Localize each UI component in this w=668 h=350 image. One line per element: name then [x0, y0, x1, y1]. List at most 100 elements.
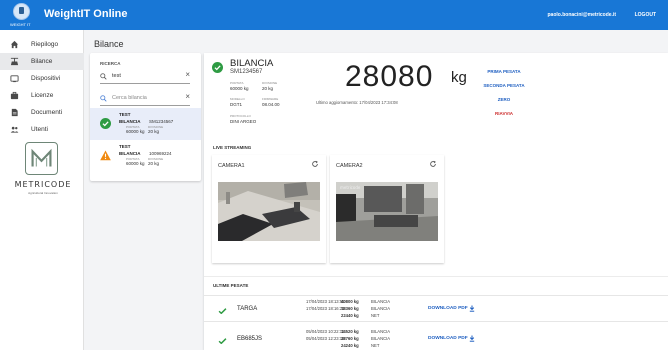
- weighing-date-first: 17/04/2023 18:13:55: [306, 299, 345, 304]
- weight-source-second: BILANCIA: [371, 306, 391, 311]
- live-streaming-title: LIVE STREAMING: [213, 145, 252, 150]
- download-pdf-button[interactable]: DOWNLOAD PDF: [428, 306, 468, 311]
- license-icon: [10, 91, 19, 100]
- portata-value: 60000 kg: [230, 86, 249, 91]
- weight-source-first: BILANCIA: [371, 329, 391, 334]
- scale-serial: 100969224: [149, 151, 172, 156]
- portata-value: 60000 kg: [126, 161, 145, 166]
- camera-overlay-text: metricode: [340, 185, 361, 190]
- sidebar-item-dispositivi[interactable]: Dispositivi: [0, 70, 84, 87]
- download-pdf-button[interactable]: DOWNLOAD PDF: [428, 336, 468, 341]
- zero-button[interactable]: ZERO: [476, 94, 532, 106]
- brand-logo: METRICODE Agricultural Innovation: [9, 142, 77, 212]
- protocollo-value: DINI ARGEO: [230, 119, 257, 124]
- user-email: paolo.bonacini@metricode.it: [547, 12, 617, 18]
- weight-source-net: NET: [371, 313, 380, 318]
- app-logo[interactable]: WEIGHT IT: [10, 2, 34, 28]
- sidebar-item-documenti[interactable]: Documenti: [0, 104, 84, 121]
- warning-icon: [100, 150, 111, 161]
- sidebar-item-label: Utenti: [31, 126, 48, 133]
- scale-detail-name: BILANCIA: [230, 58, 274, 69]
- brand-tagline: Agricultural Innovation: [28, 191, 58, 195]
- refresh-icon[interactable]: [429, 160, 437, 168]
- riavvia-button[interactable]: RIAVVIA: [476, 108, 532, 120]
- search-input[interactable]: test ×: [100, 70, 190, 84]
- search-icon: [100, 95, 107, 102]
- brand-mark: [25, 142, 58, 175]
- camera-card: CAMERA1: [212, 155, 326, 263]
- modello-value: DGT1: [230, 102, 243, 107]
- brand-m-icon: [31, 148, 52, 167]
- device-icon: [10, 75, 19, 83]
- camera-feed[interactable]: metricode: [336, 182, 438, 241]
- modello-label: MODELLO: [230, 97, 245, 101]
- weight-second: 18360 kg: [341, 306, 359, 311]
- scale-serial: SM1234567: [149, 119, 174, 124]
- search-section-label: RICERCA: [100, 61, 121, 66]
- filter-input-placeholder: Cerca bilancia: [112, 95, 147, 101]
- camera-name: CAMERA2: [336, 163, 363, 169]
- scale-detail-serial: SM1234567: [230, 69, 263, 75]
- search-icon: [100, 73, 107, 80]
- sidebar-item-label: Riepilogo: [31, 41, 59, 48]
- clear-filter-button[interactable]: ×: [185, 93, 190, 101]
- seconda-pesata-button[interactable]: SECONDA PESATA: [476, 80, 532, 92]
- protocollo-label: PROTOCOLLO: [230, 114, 251, 118]
- scale-list-item[interactable]: TEST BILANCIA SM1234567 PORTATA DIVISION…: [90, 108, 201, 140]
- weighing-date-first: 05/04/2023 10:22:13: [306, 329, 345, 334]
- check-circle-icon: [212, 62, 223, 73]
- scale-type: BILANCIA: [119, 151, 141, 156]
- weight-second: 38760 kg: [341, 336, 359, 341]
- sidebar-item-utenti[interactable]: Utenti: [0, 121, 84, 138]
- app-title: WeightIT Online: [44, 8, 128, 20]
- weight-first: 14520 kg: [341, 329, 359, 334]
- scale-name: TEST: [119, 112, 131, 117]
- scale-type: BILANCIA: [119, 119, 141, 124]
- logout-button[interactable]: LOGOUT: [635, 12, 656, 18]
- history-title: ULTIME PESATE: [213, 283, 249, 288]
- camera-name: CAMERA1: [218, 163, 245, 169]
- scale-name: TEST: [119, 144, 131, 149]
- row-separator: [204, 321, 668, 322]
- scale-list-item[interactable]: TEST BILANCIA 100969224 PORTATA DIVISION…: [90, 140, 201, 172]
- home-icon: [10, 40, 19, 49]
- filter-input[interactable]: Cerca bilancia ×: [100, 92, 190, 106]
- weight-first: 40800 kg: [341, 299, 359, 304]
- sidebar-item-bilance[interactable]: Bilance: [0, 53, 84, 70]
- camera-feed[interactable]: [218, 182, 320, 241]
- weighing-date-second: 17/04/2023 18:16:21: [306, 306, 345, 311]
- weight-net: 22440 kg: [341, 313, 359, 318]
- weight-reading: 28080: [345, 60, 434, 93]
- search-input-value: test: [112, 73, 121, 79]
- sidebar-item-label: Bilance: [31, 58, 53, 65]
- page-title: Bilance: [94, 39, 124, 49]
- firmware-value: 08.04.00: [262, 102, 280, 107]
- last-update-text: Ultimo aggiornamento: 17/04/2023 17:34:0…: [316, 100, 398, 105]
- prima-pesata-button[interactable]: PRIMA PESATA: [476, 66, 532, 78]
- plate-number: TARGA: [237, 306, 258, 312]
- weight-source-first: BILANCIA: [371, 299, 391, 304]
- check-icon: [218, 338, 227, 344]
- weight-source-second: BILANCIA: [371, 336, 391, 341]
- weight-net: 24240 kg: [341, 343, 359, 348]
- document-icon: [11, 108, 18, 117]
- weight-unit: kg: [451, 69, 467, 86]
- divisione-label: DIVISIONE: [262, 81, 278, 85]
- clear-search-button[interactable]: ×: [185, 71, 190, 79]
- portata-value: 60000 kg: [126, 129, 145, 134]
- portata-label: PORTATA: [230, 81, 244, 85]
- scale-icon: [10, 57, 19, 66]
- check-circle-icon: [100, 118, 111, 129]
- users-icon: [10, 126, 19, 133]
- top-app-bar: WEIGHT IT WeightIT Online paolo.bonacini…: [0, 0, 668, 30]
- sidebar-item-licenze[interactable]: Licenze: [0, 87, 84, 104]
- logo-caption: WEIGHT IT: [10, 22, 31, 27]
- download-icon[interactable]: [469, 305, 475, 312]
- download-icon[interactable]: [469, 335, 475, 342]
- sidebar-item-riepilogo[interactable]: Riepilogo: [0, 36, 84, 53]
- brand-name: METRICODE: [14, 180, 72, 189]
- sidebar-item-label: Dispositivi: [31, 75, 61, 82]
- sidebar: Riepilogo Bilance Dispositivi Licenze Do…: [0, 30, 84, 350]
- logo-mark-glyph: [19, 7, 24, 14]
- refresh-icon[interactable]: [311, 160, 319, 168]
